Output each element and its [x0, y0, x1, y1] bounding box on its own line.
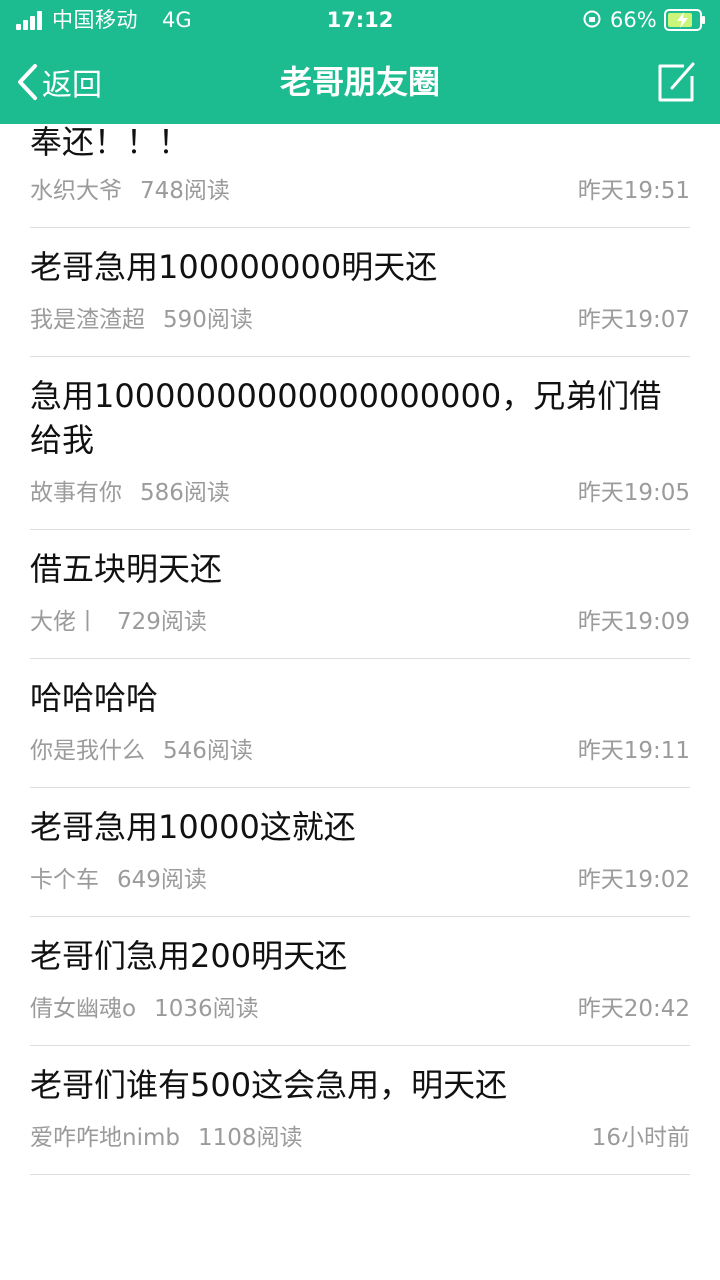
- list-item[interactable]: 老哥们急用200明天还 倩女幽魂o 1036阅读 昨天20:42: [30, 917, 690, 1046]
- post-reads: 590阅读: [163, 307, 253, 333]
- post-meta: 爱咋咋地nimb 1108阅读 16小时前: [30, 1123, 690, 1153]
- post-title: 老哥们急用200明天还: [30, 937, 348, 975]
- post-reads: 586阅读: [140, 480, 230, 506]
- post-reads: 1108阅读: [197, 1125, 303, 1151]
- post-list: 奉还！！！ 水织大爷 748阅读 昨天19:51 老哥急用100000000明天还…: [0, 124, 720, 1175]
- post-author: 卡个车: [30, 867, 99, 893]
- list-item[interactable]: 老哥急用100000000明天还 我是渣渣超 590阅读 昨天19:07: [30, 228, 690, 357]
- post-author: 水织大爷: [30, 178, 122, 204]
- post-author: 爱咋咋地nimb: [30, 1125, 180, 1151]
- list-item[interactable]: 急用10000000000000000000，兄弟们借给我 故事有你 586阅读 …: [30, 357, 690, 530]
- list-item[interactable]: 借五块明天还 大佬丨 729阅读 昨天19:09: [30, 530, 690, 659]
- post-time: 昨天19:51: [577, 178, 690, 204]
- post-meta: 卡个车 649阅读 昨天19:02: [30, 865, 690, 895]
- list-item[interactable]: 老哥急用10000这就还 卡个车 649阅读 昨天19:02: [30, 788, 690, 917]
- post-title: 老哥们谁有500这会急用，明天还: [30, 1066, 508, 1104]
- post-time: 昨天19:07: [577, 307, 690, 333]
- post-meta: 大佬丨 729阅读 昨天19:09: [30, 607, 690, 637]
- post-title: 急用10000000000000000000，兄弟们借给我: [30, 377, 662, 459]
- post-author: 故事有你: [30, 480, 122, 506]
- post-meta: 故事有你 586阅读 昨天19:05: [30, 478, 690, 508]
- post-time: 昨天19:05: [577, 480, 690, 506]
- post-time: 16小时前: [591, 1125, 690, 1151]
- post-reads: 649阅读: [117, 867, 207, 893]
- post-title: 老哥急用10000这就还: [30, 808, 356, 846]
- post-reads: 1036阅读: [154, 996, 259, 1022]
- post-title: 奉还！！！: [30, 123, 191, 161]
- post-time: 昨天20:42: [577, 996, 690, 1022]
- post-meta: 你是我什么 546阅读 昨天19:11: [30, 736, 690, 766]
- rotation-lock-icon: [583, 10, 601, 28]
- top-bar: 中国移动 4G 17:12 66% 返回 老哥朋友圈: [0, 0, 720, 124]
- nav-bar: 返回 老哥朋友圈: [0, 40, 720, 124]
- post-time: 昨天19:11: [577, 738, 690, 764]
- post-author: 大佬丨: [30, 609, 99, 635]
- post-title: 借五块明天还: [30, 550, 223, 588]
- post-author: 你是我什么: [30, 738, 145, 764]
- status-bar: 中国移动 4G 17:12 66%: [0, 0, 720, 40]
- post-reads: 729阅读: [117, 609, 207, 635]
- post-meta: 我是渣渣超 590阅读 昨天19:07: [30, 305, 690, 335]
- post-time: 昨天19:02: [577, 867, 690, 893]
- post-author: 倩女幽魂o: [30, 996, 137, 1022]
- battery-percent: 66%: [610, 8, 657, 32]
- page-title: 老哥朋友圈: [279, 63, 440, 101]
- post-meta: 水织大爷 748阅读 昨天19:51: [30, 176, 690, 206]
- list-item[interactable]: 老哥们谁有500这会急用，明天还 爱咋咋地nimb 1108阅读 16小时前: [30, 1046, 690, 1175]
- battery-charging-icon: [664, 9, 705, 31]
- post-meta: 倩女幽魂o 1036阅读 昨天20:42: [30, 994, 690, 1024]
- post-reads: 546阅读: [163, 738, 253, 764]
- post-author: 我是渣渣超: [30, 307, 145, 333]
- list-item[interactable]: 哈哈哈哈 你是我什么 546阅读 昨天19:11: [30, 659, 690, 788]
- compose-icon[interactable]: [656, 60, 696, 104]
- post-title: 哈哈哈哈: [30, 679, 159, 717]
- post-time: 昨天19:09: [577, 609, 690, 635]
- post-title: 老哥急用100000000明天还: [30, 248, 438, 286]
- post-reads: 748阅读: [140, 178, 230, 204]
- list-item[interactable]: 奉还！！！ 水织大爷 748阅读 昨天19:51: [30, 124, 690, 228]
